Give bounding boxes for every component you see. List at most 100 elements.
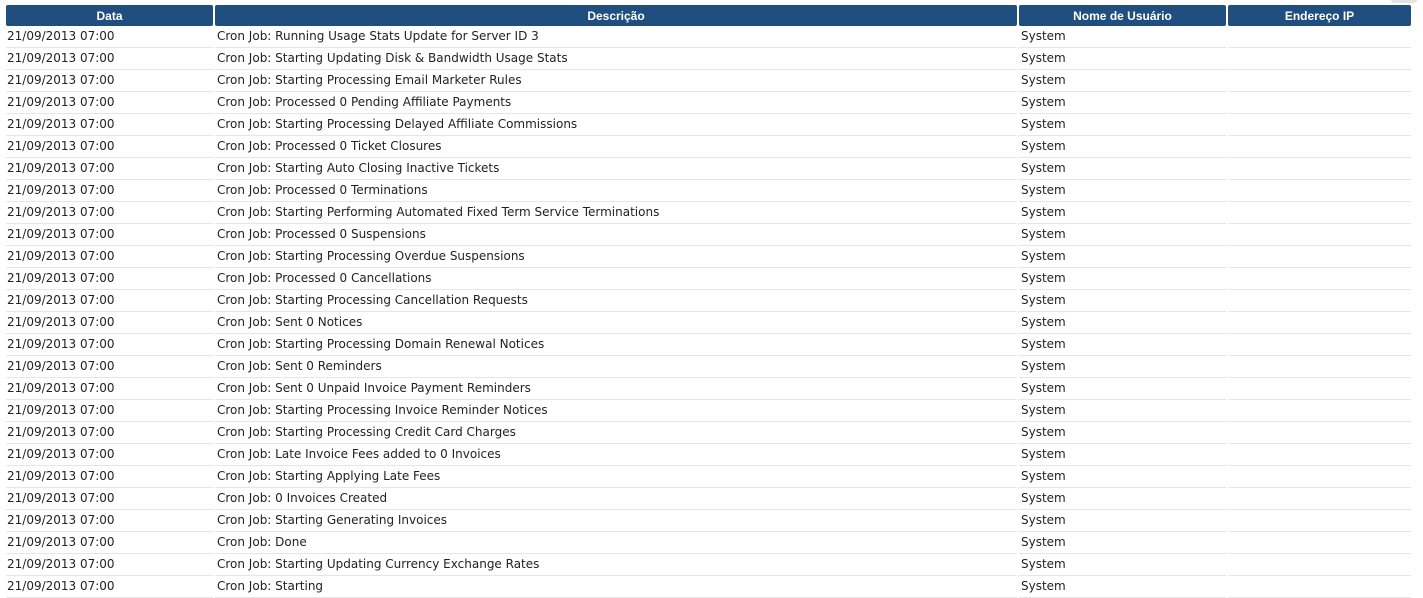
table-row: 21/09/2013 07:00 Cron Job: Processed 0 Ti… [6, 136, 1411, 158]
date-cell: 21/09/2013 07:00 [6, 158, 213, 180]
date-cell: 21/09/2013 07:00 [6, 180, 213, 202]
date-cell: 21/09/2013 07:00 [6, 400, 213, 422]
description-cell: Cron Job: Starting Performing Automated … [215, 202, 1017, 224]
username-cell: System [1019, 400, 1226, 422]
ip-cell [1228, 224, 1411, 246]
username-cell: System [1019, 158, 1226, 180]
ip-cell [1228, 444, 1411, 466]
ip-cell [1228, 422, 1411, 444]
description-cell: Cron Job: Starting [215, 576, 1017, 598]
username-cell: System [1019, 246, 1226, 268]
table-row: 21/09/2013 07:00 Cron Job: Starting Apply… [6, 466, 1411, 488]
date-cell: 21/09/2013 07:00 [6, 422, 213, 444]
ip-cell [1228, 356, 1411, 378]
description-cell: Cron Job: Sent 0 Unpaid Invoice Payment … [215, 378, 1017, 400]
date-cell: 21/09/2013 07:00 [6, 554, 213, 576]
ip-cell [1228, 246, 1411, 268]
username-cell: System [1019, 26, 1226, 48]
table-row: 21/09/2013 07:00 Cron Job: Starting Proce… [6, 70, 1411, 92]
date-cell: 21/09/2013 07:00 [6, 290, 213, 312]
column-header-date[interactable]: Data [6, 5, 213, 26]
description-cell: Cron Job: Processed 0 Ticket Closures [215, 136, 1017, 158]
table-row: 21/09/2013 07:00 Cron Job: Starting Proce… [6, 290, 1411, 312]
username-cell: System [1019, 48, 1226, 70]
description-cell: Cron Job: Processed 0 Pending Affiliate … [215, 92, 1017, 114]
date-cell: 21/09/2013 07:00 [6, 466, 213, 488]
table-row: 21/09/2013 07:00 Cron Job: Starting Proce… [6, 422, 1411, 444]
column-header-ip[interactable]: Endereço IP [1228, 5, 1411, 26]
column-header-description[interactable]: Descrição [215, 5, 1017, 26]
table-row: 21/09/2013 07:00 Cron Job: Processed 0 Pe… [6, 92, 1411, 114]
date-cell: 21/09/2013 07:00 [6, 246, 213, 268]
ip-cell [1228, 312, 1411, 334]
username-cell: System [1019, 312, 1226, 334]
ip-cell [1228, 180, 1411, 202]
username-cell: System [1019, 136, 1226, 158]
corner-tab[interactable] [1391, 0, 1417, 3]
ip-cell [1228, 268, 1411, 290]
date-cell: 21/09/2013 07:00 [6, 334, 213, 356]
date-cell: 21/09/2013 07:00 [6, 268, 213, 290]
table-row: 21/09/2013 07:00 Cron Job: Running Usage … [6, 26, 1411, 48]
username-cell: System [1019, 92, 1226, 114]
table-row: 21/09/2013 07:00 Cron Job: 0 Invoices Cre… [6, 488, 1411, 510]
username-cell: System [1019, 378, 1226, 400]
username-cell: System [1019, 554, 1226, 576]
table-body: 21/09/2013 07:00 Cron Job: Running Usage … [6, 26, 1411, 598]
table-row: 21/09/2013 07:00 Cron Job: Sent 0 Notices… [6, 312, 1411, 334]
ip-cell [1228, 488, 1411, 510]
table-row: 21/09/2013 07:00 Cron Job: Sent 0 Unpaid … [6, 378, 1411, 400]
ip-cell [1228, 48, 1411, 70]
table-header: Data Descrição Nome de Usuário Endereço … [6, 5, 1411, 26]
description-cell: Cron Job: Running Usage Stats Update for… [215, 26, 1017, 48]
username-cell: System [1019, 488, 1226, 510]
table-row: 21/09/2013 07:00 Cron Job: Starting Gener… [6, 510, 1411, 532]
date-cell: 21/09/2013 07:00 [6, 488, 213, 510]
description-cell: Cron Job: Sent 0 Reminders [215, 356, 1017, 378]
username-cell: System [1019, 510, 1226, 532]
date-cell: 21/09/2013 07:00 [6, 576, 213, 598]
ip-cell [1228, 136, 1411, 158]
description-cell: Cron Job: Processed 0 Cancellations [215, 268, 1017, 290]
table-row: 21/09/2013 07:00 Cron Job: Starting Proce… [6, 400, 1411, 422]
description-cell: Cron Job: Starting Updating Currency Exc… [215, 554, 1017, 576]
username-cell: System [1019, 444, 1226, 466]
date-cell: 21/09/2013 07:00 [6, 378, 213, 400]
table-row: 21/09/2013 07:00 Cron Job: Starting Auto … [6, 158, 1411, 180]
table-row: 21/09/2013 07:00 Cron Job: Starting Updat… [6, 48, 1411, 70]
date-cell: 21/09/2013 07:00 [6, 202, 213, 224]
table-row: 21/09/2013 07:00 Cron Job: Processed 0 Ca… [6, 268, 1411, 290]
column-header-username[interactable]: Nome de Usuário [1019, 5, 1226, 26]
ip-cell [1228, 400, 1411, 422]
ip-cell [1228, 554, 1411, 576]
date-cell: 21/09/2013 07:00 [6, 356, 213, 378]
description-cell: Cron Job: Starting Processing Email Mark… [215, 70, 1017, 92]
ip-cell [1228, 202, 1411, 224]
username-cell: System [1019, 576, 1226, 598]
ip-cell [1228, 70, 1411, 92]
username-cell: System [1019, 70, 1226, 92]
table-row: 21/09/2013 07:00 Cron Job: Starting Proce… [6, 246, 1411, 268]
description-cell: Cron Job: Processed 0 Terminations [215, 180, 1017, 202]
date-cell: 21/09/2013 07:00 [6, 510, 213, 532]
username-cell: System [1019, 202, 1226, 224]
date-cell: 21/09/2013 07:00 [6, 48, 213, 70]
table-row: 21/09/2013 07:00 Cron Job: Starting Updat… [6, 554, 1411, 576]
ip-cell [1228, 334, 1411, 356]
username-cell: System [1019, 180, 1226, 202]
description-cell: Cron Job: Starting Updating Disk & Bandw… [215, 48, 1017, 70]
date-cell: 21/09/2013 07:00 [6, 444, 213, 466]
username-cell: System [1019, 114, 1226, 136]
ip-cell [1228, 466, 1411, 488]
username-cell: System [1019, 532, 1226, 554]
username-cell: System [1019, 224, 1226, 246]
description-cell: Cron Job: Starting Processing Delayed Af… [215, 114, 1017, 136]
table-row: 21/09/2013 07:00 Cron Job: Sent 0 Reminde… [6, 356, 1411, 378]
table-row: 21/09/2013 07:00 Cron Job: Starting Perfo… [6, 202, 1411, 224]
table-row: 21/09/2013 07:00 Cron Job: Processed 0 Te… [6, 180, 1411, 202]
description-cell: Cron Job: Starting Applying Late Fees [215, 466, 1017, 488]
table-row: 21/09/2013 07:00 Cron Job: Done System [6, 532, 1411, 554]
username-cell: System [1019, 290, 1226, 312]
ip-cell [1228, 290, 1411, 312]
header-row: Data Descrição Nome de Usuário Endereço … [6, 5, 1411, 26]
